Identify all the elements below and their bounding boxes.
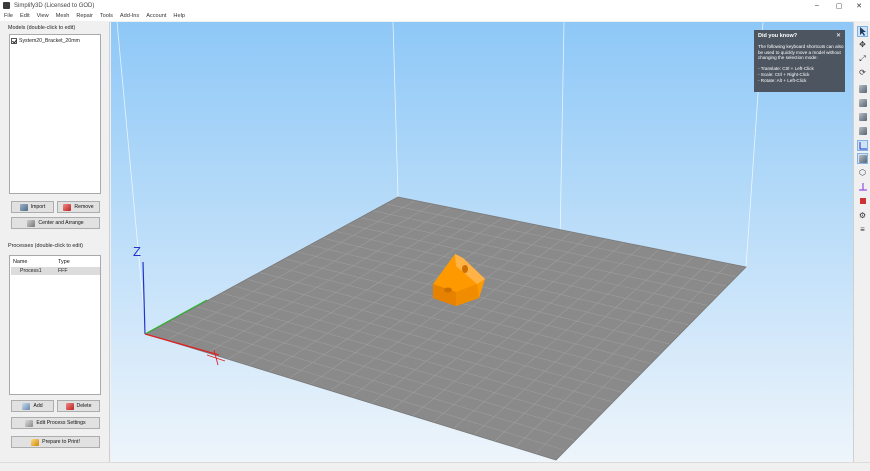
support-icon[interactable]: [857, 195, 868, 206]
center-arrange-icon: [27, 219, 36, 227]
menu-tools[interactable]: Tools: [100, 13, 113, 19]
menu-repair[interactable]: Repair: [76, 13, 92, 19]
view-side-icon[interactable]: [857, 111, 868, 122]
close-button[interactable]: ✕: [848, 0, 870, 11]
import-button[interactable]: Import: [11, 201, 54, 213]
process-type: FFF: [58, 268, 68, 274]
cross-section-icon[interactable]: [857, 181, 868, 192]
edit-process-settings-button[interactable]: Edit Process Settings: [11, 417, 100, 429]
remove-button[interactable]: Remove: [57, 201, 100, 213]
app-icon: [3, 2, 10, 9]
process-name: Process1: [20, 268, 42, 274]
move-icon[interactable]: ✥: [857, 39, 868, 50]
settings-icon[interactable]: ⚙: [857, 210, 868, 221]
menu-bar: File Edit View Mesh Repair Tools Add-Ins…: [0, 11, 870, 21]
add-icon: [22, 402, 31, 410]
print-icon: [31, 438, 40, 446]
table-row[interactable]: Process1 FFF: [11, 267, 100, 275]
delete-process-button[interactable]: Delete: [57, 400, 100, 412]
view-default-icon[interactable]: [857, 83, 868, 94]
title-bar: Simplify3D (Licensed to GOD): [0, 0, 870, 11]
layer-icon[interactable]: ≡: [857, 224, 868, 235]
model-name: System20_Bracket_20mm: [19, 38, 80, 44]
processes-table[interactable]: Name Type Process1 FFF: [9, 255, 101, 395]
menu-file[interactable]: File: [4, 13, 13, 19]
build-viewport[interactable]: Z: [111, 22, 853, 462]
col-header-type: Type: [58, 259, 70, 265]
view-top-icon[interactable]: [857, 125, 868, 136]
add-process-button[interactable]: Add: [11, 400, 54, 412]
window-title: Simplify3D (Licensed to GOD): [14, 2, 95, 9]
maximize-button[interactable]: ▢: [828, 0, 850, 11]
rotate-icon[interactable]: ⟳: [857, 67, 868, 78]
menu-mesh[interactable]: Mesh: [56, 13, 70, 19]
import-label: Import: [30, 204, 46, 210]
select-icon[interactable]: [857, 26, 868, 37]
did-you-know-popup: Did you know? ✕ The following keyboard s…: [754, 30, 845, 92]
menu-account[interactable]: Account: [146, 13, 166, 19]
shaded-view-icon[interactable]: [857, 153, 868, 164]
center-arrange-label: Center and Arrange: [38, 220, 84, 226]
tip-title: Did you know?: [758, 33, 798, 39]
minimize-button[interactable]: –: [806, 0, 828, 11]
wireframe-icon[interactable]: ⬡: [857, 167, 868, 178]
delete-label: Delete: [76, 403, 92, 409]
model-list-item[interactable]: System20_Bracket_20mm: [11, 38, 80, 44]
status-bar: [0, 462, 870, 471]
menu-help[interactable]: Help: [173, 13, 185, 19]
delete-icon: [65, 402, 74, 410]
col-header-name: Name: [13, 259, 28, 265]
left-panel: Models (double-click to edit) System20_B…: [0, 22, 110, 462]
prepare-label: Prepare to Print!: [42, 439, 80, 445]
tip-close-button[interactable]: ✕: [836, 32, 841, 39]
prepare-to-print-button[interactable]: Prepare to Print!: [11, 436, 100, 448]
tip-body: The following keyboard shortcuts can als…: [758, 44, 844, 83]
processes-section-label: Processes (double-click to edit): [8, 243, 83, 249]
menu-view[interactable]: View: [37, 13, 49, 19]
z-axis-label: Z: [133, 244, 141, 259]
models-list[interactable]: System20_Bracket_20mm: [9, 34, 101, 194]
view-front-icon[interactable]: [857, 97, 868, 108]
scale-icon[interactable]: ⤢: [857, 53, 868, 64]
remove-label: Remove: [74, 204, 94, 210]
center-arrange-button[interactable]: Center and Arrange: [11, 217, 100, 229]
add-label: Add: [33, 403, 43, 409]
remove-icon: [63, 203, 72, 211]
axes-icon[interactable]: [857, 140, 868, 151]
menu-edit[interactable]: Edit: [20, 13, 30, 19]
settings-gear-icon: [25, 419, 34, 427]
edit-process-label: Edit Process Settings: [36, 420, 86, 426]
models-section-label: Models (double-click to edit): [8, 25, 76, 31]
menu-add-ins[interactable]: Add-Ins: [120, 13, 139, 19]
viewport-canvas[interactable]: Z: [111, 22, 853, 462]
import-icon: [19, 203, 28, 211]
right-toolbar: ✥ ⤢ ⟳ ⬡ ⚙ ≡: [853, 22, 870, 462]
model-visible-checkbox[interactable]: [11, 38, 17, 44]
